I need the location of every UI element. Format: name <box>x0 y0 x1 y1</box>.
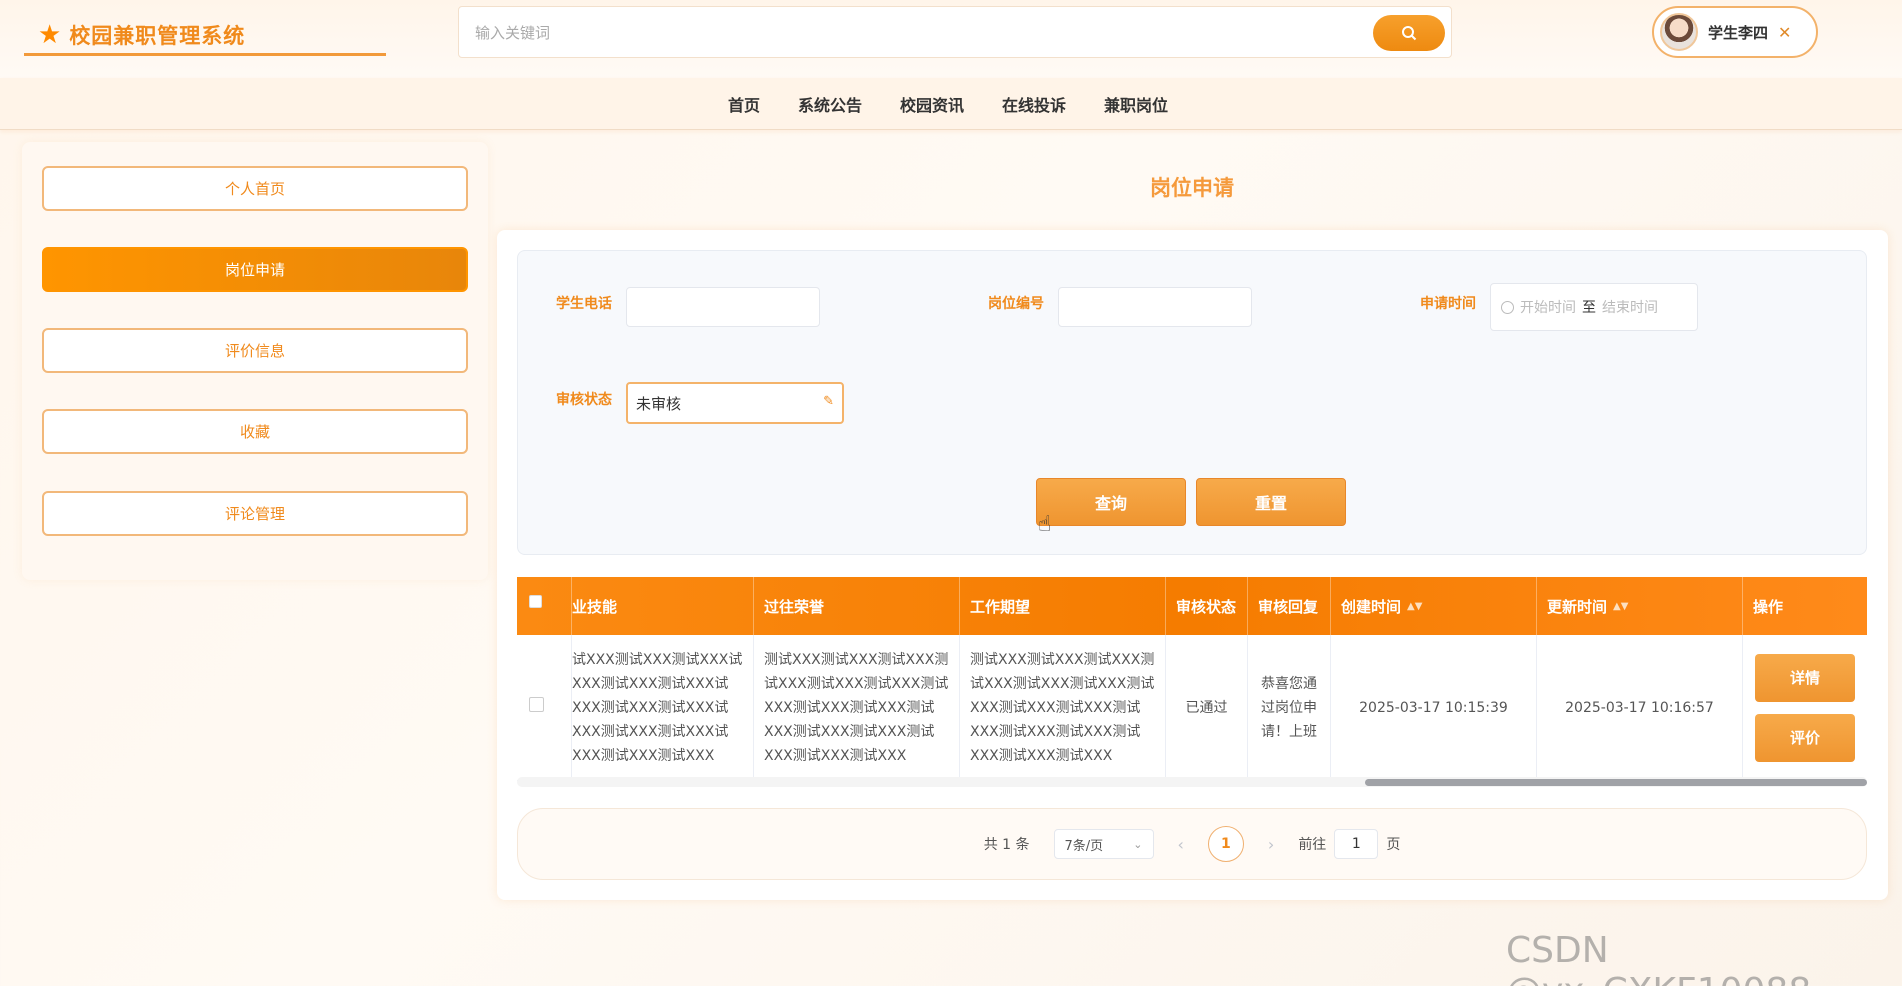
search-bar <box>458 6 1452 58</box>
cell-created: 2025-03-17 10:15:39 <box>1331 635 1537 781</box>
user-name: 学生李四 <box>1708 23 1769 42</box>
nav-item-jobs[interactable]: 兼职岗位 <box>1104 92 1168 116</box>
status-label: 审核状态 <box>556 392 612 408</box>
date-start[interactable]: 开始时间 <box>1520 297 1576 317</box>
phone-field-box <box>626 287 820 327</box>
cell-actions: 详情 评价 <box>1743 635 1867 781</box>
query-button[interactable]: 查询 <box>1036 478 1186 526</box>
cell-updated: 2025-03-17 10:16:57 <box>1537 635 1743 781</box>
search-icon <box>1402 26 1417 41</box>
sidebar-item-favorites[interactable]: 收藏 <box>42 409 468 454</box>
sidebar-item-profile[interactable]: 个人首页 <box>42 166 468 211</box>
page-size-value: 7条/页 <box>1064 838 1104 854</box>
goto-page-input[interactable] <box>1334 829 1379 859</box>
avatar <box>1660 13 1698 51</box>
pagination: 共 1 条 7条/页 ⌄ ‹ 1 › 前往 页 <box>517 808 1867 880</box>
cell-expect: 测试XXX测试XXX测试XXX测试XXX测试XXX测试XXX测试XXX测试XXX… <box>960 635 1166 781</box>
review-button[interactable]: 评价 <box>1755 714 1855 762</box>
nav-item-news[interactable]: 校园资讯 <box>900 92 964 116</box>
header-actions: 操作 <box>1753 597 1784 616</box>
date-range-picker[interactable]: 开始时间 至 结束时间 <box>1490 283 1698 331</box>
edit-icon: ✎ <box>823 394 834 409</box>
app-logo[interactable]: ★ 校园兼职管理系统 <box>24 16 386 56</box>
header-updated-label: 更新时间 <box>1547 597 1608 616</box>
chevron-down-icon: ⌄ <box>1133 837 1143 851</box>
header-created-label: 创建时间 <box>1341 597 1402 616</box>
post-no-label: 岗位编号 <box>988 296 1044 312</box>
page-unit-label: 页 <box>1386 837 1401 853</box>
header-skills: 业技能 <box>572 577 754 635</box>
goto-label: 前往 <box>1298 837 1327 853</box>
date-separator: 至 <box>1582 300 1596 316</box>
sort-icon[interactable]: ▲▼ <box>1613 601 1628 612</box>
sidebar-item-applications[interactable]: 岗位申请 <box>42 247 468 292</box>
cell-skills: 试XXX测试XXX测试XXX试XXX测试XXX测试XXX试XXX测试XXX测试X… <box>572 635 754 781</box>
sort-icon[interactable]: ▲▼ <box>1407 601 1422 612</box>
sidebar-item-reviews[interactable]: 评价信息 <box>42 328 468 373</box>
star-icon: ★ <box>38 19 62 50</box>
clock-icon <box>1501 300 1514 314</box>
header-honors: 过往荣誉 <box>754 577 960 635</box>
search-input[interactable] <box>475 19 1375 47</box>
cell-reply: 恭喜您通过岗位申请！上班 <box>1248 635 1331 781</box>
phone-label: 学生电话 <box>556 296 612 312</box>
applications-table: 业技能 过往荣誉 工作期望 审核状态 审核回复 创建时间 ▲▼ 更新时间 ▲▼ … <box>517 577 1867 787</box>
cell-honors: 测试XXX测试XXX测试XXX测试XXX测试XXX测试XXX测试XXX测试XXX… <box>754 635 960 781</box>
table-row: 试XXX测试XXX测试XXX试XXX测试XXX测试XXX试XXX测试XXX测试X… <box>517 635 1867 781</box>
search-form: 学生电话 岗位编号 申请时间 开始时间 至 结束时间 审核状态 未审核 ✎ 查询… <box>517 250 1867 555</box>
cell-status: 已通过 <box>1166 635 1248 781</box>
watermark: CSDN @vx_CXKF10088 <box>1506 930 1811 986</box>
row-select-cell <box>517 635 572 781</box>
phone-field[interactable] <box>627 288 819 326</box>
header-expect: 工作期望 <box>960 577 1166 635</box>
prev-page-icon[interactable]: ‹ <box>1178 835 1184 854</box>
status-select-value: 未审核 <box>636 394 682 413</box>
user-menu[interactable]: 学生李四 ✕ <box>1652 6 1818 58</box>
date-label: 申请时间 <box>1420 296 1476 312</box>
logout-icon[interactable]: ✕ <box>1778 23 1791 42</box>
date-end[interactable]: 结束时间 <box>1602 297 1658 317</box>
nav-item-complaint[interactable]: 在线投诉 <box>1002 92 1066 116</box>
header-updated[interactable]: 更新时间 ▲▼ <box>1537 577 1743 635</box>
page-number[interactable]: 1 <box>1207 826 1244 862</box>
detail-button[interactable]: 详情 <box>1755 654 1855 702</box>
reset-button[interactable]: 重置 <box>1196 478 1346 526</box>
search-button[interactable] <box>1373 15 1445 51</box>
app-title: 校园兼职管理系统 <box>69 23 246 48</box>
sidebar-item-comments[interactable]: 评论管理 <box>42 491 468 536</box>
sidebar: 个人首页 岗位申请 评价信息 收藏 评论管理 <box>22 142 488 580</box>
post-no-field[interactable] <box>1059 288 1251 326</box>
mouse-cursor-icon: ☝ <box>1038 512 1052 537</box>
main-nav: 首页 系统公告 校园资讯 在线投诉 兼职岗位 <box>0 78 1902 130</box>
header-reply: 审核回复 <box>1248 577 1331 635</box>
page-jump: 前往 页 <box>1298 829 1400 859</box>
header-status: 审核状态 <box>1166 577 1248 635</box>
table-header: 业技能 过往荣誉 工作期望 审核状态 审核回复 创建时间 ▲▼ 更新时间 ▲▼ … <box>517 577 1867 635</box>
content-panel: 学生电话 岗位编号 申请时间 开始时间 至 结束时间 审核状态 未审核 ✎ 查询… <box>497 230 1888 900</box>
pagination-total: 共 1 条 <box>983 837 1030 853</box>
page-size-select[interactable]: 7条/页 ⌄ <box>1053 829 1154 859</box>
nav-item-home[interactable]: 首页 <box>728 92 760 116</box>
header-created[interactable]: 创建时间 ▲▼ <box>1331 577 1537 635</box>
nav-item-notice[interactable]: 系统公告 <box>798 92 862 116</box>
post-no-field-box <box>1058 287 1252 327</box>
table-scrollbar[interactable] <box>1365 779 1867 786</box>
select-all-checkbox[interactable] <box>529 595 542 608</box>
page-title: 岗位申请 <box>1150 176 1234 200</box>
status-select[interactable]: 未审核 ✎ <box>626 382 844 424</box>
row-checkbox[interactable] <box>529 697 544 712</box>
header-select-cell <box>517 577 572 635</box>
next-page-icon[interactable]: › <box>1268 835 1274 854</box>
